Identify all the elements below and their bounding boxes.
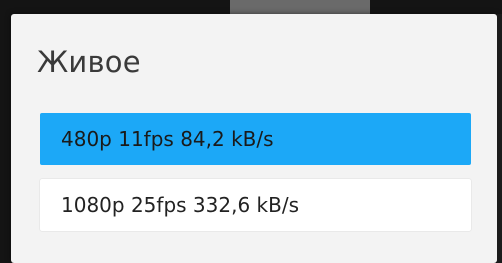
quality-dialog: Живое 480p 11fps 84,2 kB/s 1080p 25fps 3… xyxy=(11,14,497,263)
backdrop-strip xyxy=(230,0,370,14)
quality-option-1080p[interactable]: 1080p 25fps 332,6 kB/s xyxy=(40,179,471,231)
screen-edge xyxy=(497,14,502,263)
quality-option-label: 1080p 25fps 332,6 kB/s xyxy=(61,193,299,217)
quality-option-label: 480p 11fps 84,2 kB/s xyxy=(61,127,274,151)
dialog-title: Живое xyxy=(37,45,141,79)
quality-option-480p[interactable]: 480p 11fps 84,2 kB/s xyxy=(40,113,471,165)
